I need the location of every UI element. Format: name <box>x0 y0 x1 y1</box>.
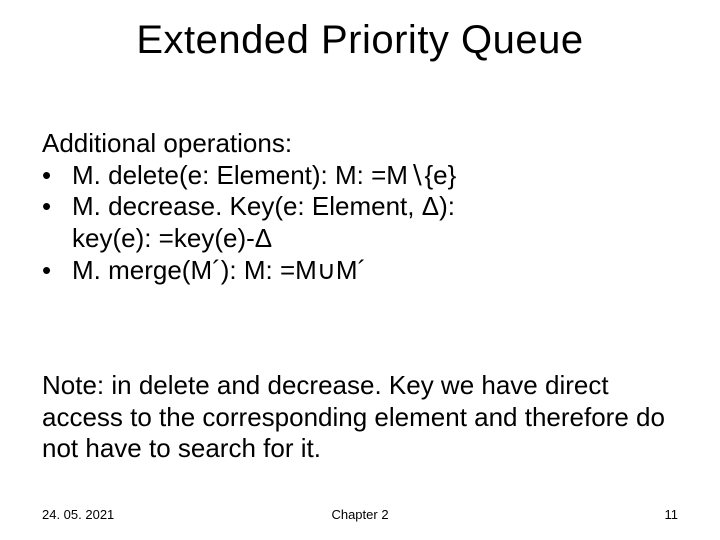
bullet-text: M. merge(M´): M: =M∪M´ <box>72 255 678 287</box>
bullet-dot: • <box>42 191 72 223</box>
note-text: Note: in delete and decrease. Key we hav… <box>42 370 678 465</box>
bullet-continuation: key(e): =key(e)-Δ <box>42 223 678 255</box>
bullet-item: • M. decrease. Key(e: Element, Δ): <box>42 191 678 223</box>
slide-title: Extended Priority Queue <box>0 18 720 63</box>
slide: Extended Priority Queue Additional opera… <box>0 0 720 540</box>
bullet-text: M. decrease. Key(e: Element, Δ): <box>72 191 678 223</box>
body-text: Additional operations: • M. delete(e: El… <box>42 128 678 287</box>
bullet-dot: • <box>42 255 72 287</box>
bullet-text: M. delete(e: Element): M: =M∖{e} <box>72 160 678 192</box>
bullet-item: • M. merge(M´): M: =M∪M´ <box>42 255 678 287</box>
footer-chapter: Chapter 2 <box>42 507 678 522</box>
bullet-dot: • <box>42 160 72 192</box>
operations-heading: Additional operations: <box>42 128 678 160</box>
bullet-item: • M. delete(e: Element): M: =M∖{e} <box>42 160 678 192</box>
footer: 24. 05. 2021 Chapter 2 11 <box>42 507 678 522</box>
